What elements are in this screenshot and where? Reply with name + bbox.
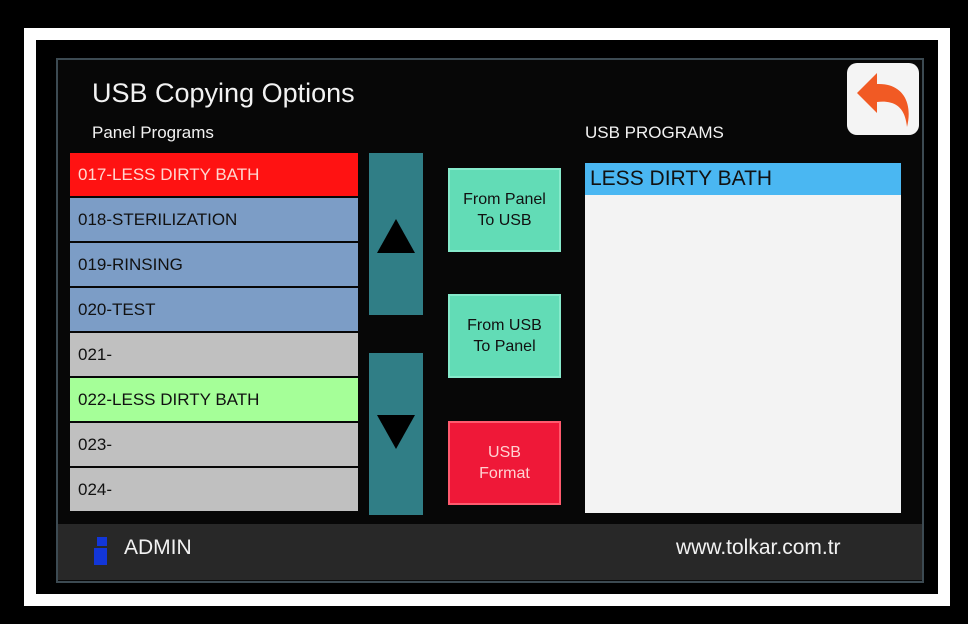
from-panel-to-usb-button[interactable]: From Panel To USB (448, 168, 561, 252)
back-arrow-icon (857, 73, 909, 127)
website-url: www.tolkar.com.tr (676, 536, 841, 559)
usb-format-label: USB Format (479, 444, 530, 482)
usb-programs-label: USB PROGRAMS (585, 123, 724, 142)
user-icon (94, 537, 107, 565)
scroll-up-button[interactable] (369, 153, 423, 315)
list-item[interactable]: 019-RINSING (70, 243, 358, 286)
panel-programs-label: Panel Programs (92, 123, 214, 142)
list-item[interactable]: 021- (70, 333, 358, 376)
list-item[interactable]: 024- (70, 468, 358, 511)
list-item[interactable]: 020-TEST (70, 288, 358, 331)
list-item[interactable]: 018-STERILIZATION (70, 198, 358, 241)
page-title: USB Copying Options (92, 78, 355, 108)
usb-format-button[interactable]: USB Format (448, 421, 561, 505)
list-item[interactable]: LESS DIRTY BATH (585, 163, 901, 195)
list-item[interactable]: 023- (70, 423, 358, 466)
list-item[interactable]: 022-LESS DIRTY BATH (70, 378, 358, 421)
back-button[interactable] (847, 63, 919, 135)
list-item[interactable]: 017-LESS DIRTY BATH (70, 153, 358, 196)
from-panel-to-usb-label: From Panel To USB (463, 191, 546, 229)
arrow-down-icon (377, 415, 415, 449)
user-name: ADMIN (124, 536, 192, 559)
scroll-down-button[interactable] (369, 353, 423, 515)
panel-program-list: 017-LESS DIRTY BATH 018-STERILIZATION 01… (70, 153, 358, 513)
usb-program-list: LESS DIRTY BATH (585, 163, 901, 513)
from-usb-to-panel-label: From USB To Panel (467, 317, 542, 355)
from-usb-to-panel-button[interactable]: From USB To Panel (448, 294, 561, 378)
arrow-up-icon (377, 219, 415, 253)
